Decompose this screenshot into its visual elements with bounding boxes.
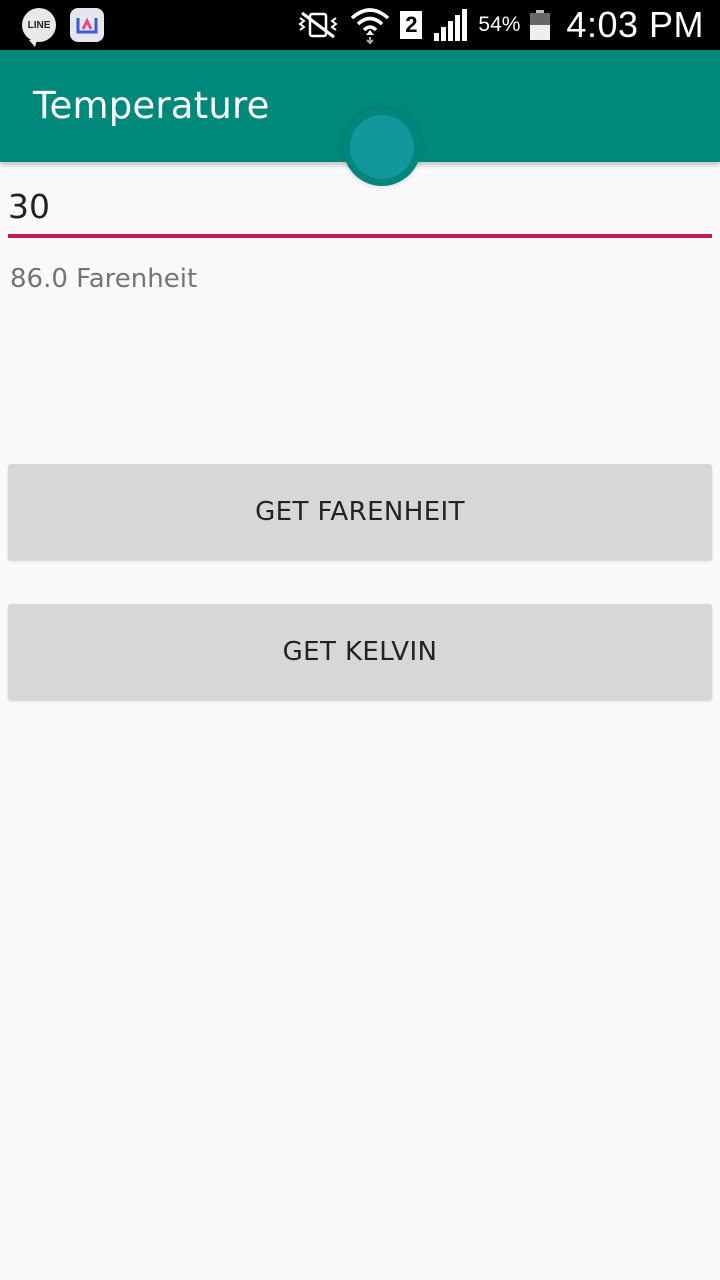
battery-icon (530, 10, 551, 40)
clock: 4:03 PM (566, 4, 704, 45)
system-icons: 2 54% 4:03 PM (296, 4, 704, 46)
line-app-label: LINE (27, 19, 51, 31)
notification-icons: LINE (22, 8, 104, 47)
wifi-icon (351, 8, 390, 44)
sim-slot-indicator: 2 (400, 11, 423, 39)
signal-icon (434, 9, 468, 41)
result-text: 86.0 Farenheit (10, 264, 198, 294)
temperature-input[interactable] (8, 178, 712, 234)
line-app-icon: LINE (22, 8, 56, 47)
get-kelvin-button[interactable]: GET KELVIN (8, 604, 712, 700)
app-bar: Temperature (0, 50, 720, 186)
input-underline (8, 234, 712, 238)
status-bar: LINE 2 54% 4:03 PM (0, 0, 720, 50)
temperature-field[interactable] (8, 178, 712, 240)
app-icon (70, 8, 104, 42)
vibrate-mute-icon (298, 11, 339, 39)
get-fahrenheit-button[interactable]: GET FARENHEIT (8, 464, 712, 560)
page-title: Temperature (33, 84, 270, 127)
battery-percent: 54% (478, 13, 521, 36)
touch-ripple-dot (350, 115, 414, 179)
